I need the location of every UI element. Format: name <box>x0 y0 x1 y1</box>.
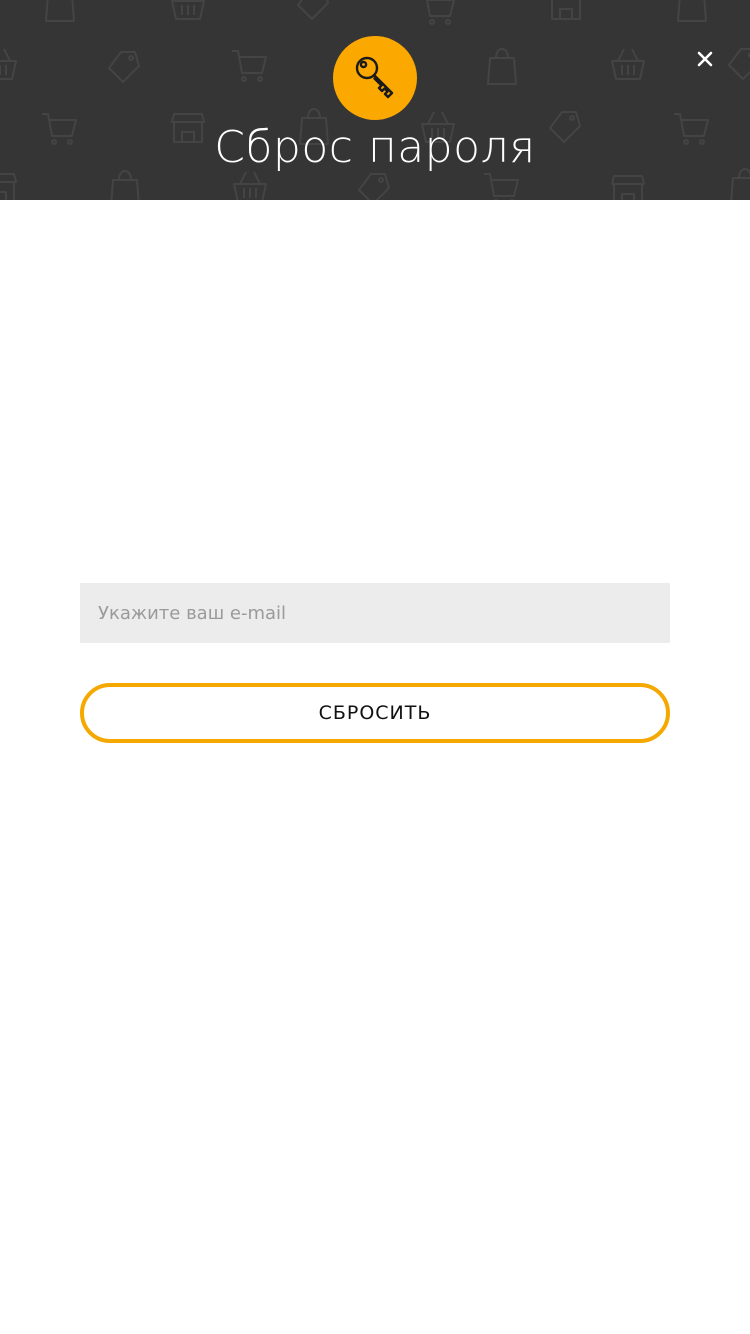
price-tag-icon <box>297 0 329 20</box>
reset-button[interactable]: СБРОСИТЬ <box>80 683 670 743</box>
header: Сброс пароля <box>0 0 750 200</box>
shopping-cart-icon <box>232 50 267 82</box>
shopping-bag-icon <box>45 0 75 22</box>
storefront-icon <box>550 0 582 20</box>
price-tag-icon <box>728 48 750 80</box>
basket-icon <box>0 48 17 80</box>
close-button[interactable] <box>690 46 720 76</box>
email-input[interactable] <box>80 583 670 643</box>
page-title: Сброс пароля <box>214 122 536 173</box>
key-icon <box>352 53 398 103</box>
shopping-cart-icon <box>426 0 455 25</box>
shopping-bag-icon <box>487 48 517 85</box>
basket-icon <box>171 0 205 20</box>
storefront-icon <box>611 175 645 200</box>
price-tag-icon <box>108 51 140 83</box>
key-badge <box>333 36 417 120</box>
shopping-bag-icon <box>677 0 707 22</box>
password-reset-screen: Сброс пароля СБРОСИТЬ <box>0 0 750 1334</box>
close-icon <box>697 51 713 71</box>
basket-icon <box>611 48 645 80</box>
